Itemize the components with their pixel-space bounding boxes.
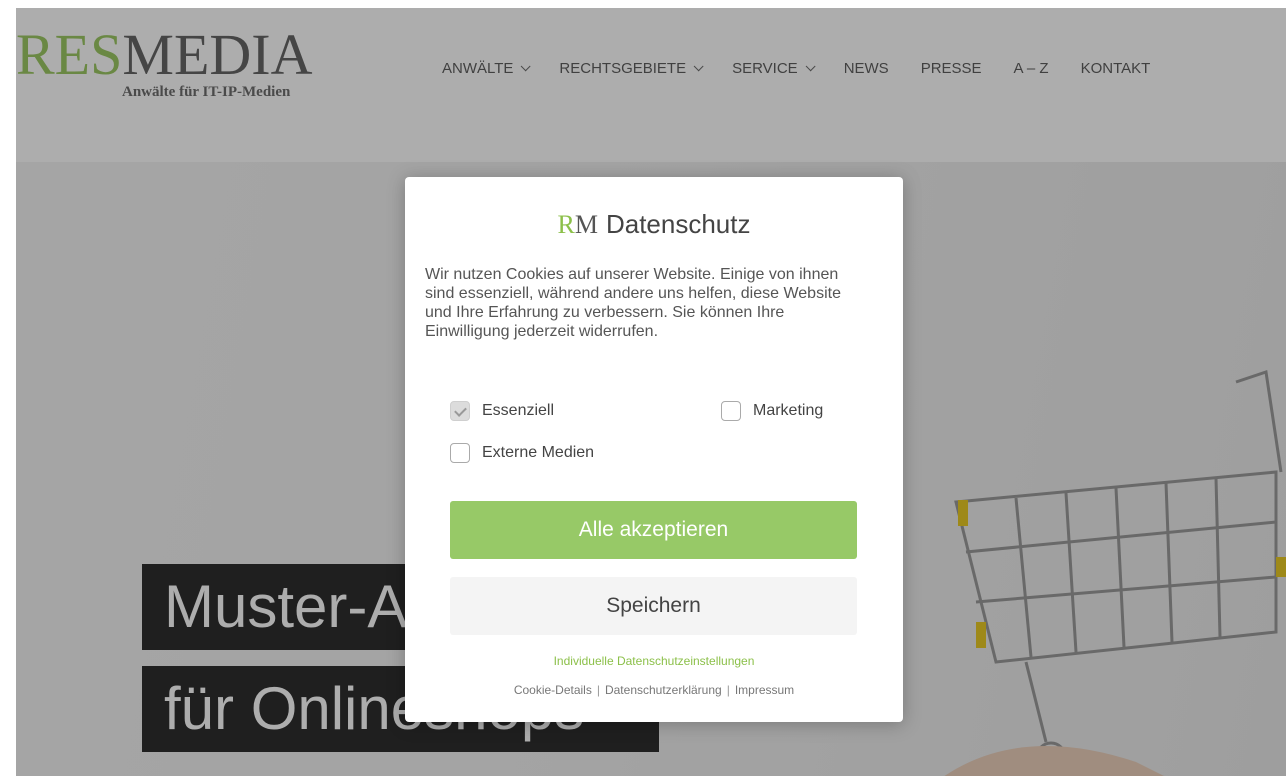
accept-all-button[interactable]: Alle akzeptieren — [450, 501, 857, 559]
dialog-description: Wir nutzen Cookies auf unserer Website. … — [425, 266, 841, 340]
rm-logo-r: R — [557, 210, 575, 239]
dialog-footer-links: Cookie-Details | Datenschutzerklärung | Impr… — [405, 683, 903, 697]
page: RESMEDIA Anwälte für IT-IP-Medien ANWÄLT… — [0, 0, 1286, 776]
checkbox-essential[interactable]: Essenziell — [450, 401, 554, 421]
separator: | — [726, 683, 730, 697]
dialog-heading: Datenschutz — [605, 209, 751, 239]
cookie-details-link[interactable]: Cookie-Details — [514, 683, 592, 697]
checkbox-marketing-box[interactable] — [721, 401, 741, 421]
save-button[interactable]: Speichern — [450, 577, 857, 635]
rm-logo-m: M — [574, 210, 598, 239]
checkbox-essential-label: Essenziell — [482, 402, 555, 419]
top-gutter — [0, 0, 1286, 8]
privacy-policy-link[interactable]: Datenschutzerklärung — [605, 683, 722, 697]
checkbox-marketing-label: Marketing — [753, 402, 824, 419]
dialog-title: RM Datenschutz — [405, 209, 903, 240]
privacy-dialog: RM Datenschutz Wir nutzen Cookies auf uns… — [405, 177, 903, 722]
individual-settings-link[interactable]: Individuelle Datenschutzeinstellungen — [405, 654, 903, 668]
left-gutter — [0, 0, 16, 776]
checkbox-marketing[interactable]: Marketing — [721, 401, 823, 421]
checkbox-external-media-label: Externe Medien — [482, 444, 595, 461]
checkbox-external-media-box[interactable] — [450, 443, 470, 463]
rm-logo: RM — [558, 210, 598, 239]
checkbox-external-media[interactable]: Externe Medien — [450, 443, 594, 463]
checkbox-essential-box[interactable] — [450, 401, 470, 421]
separator: | — [596, 683, 600, 697]
imprint-link[interactable]: Impressum — [735, 683, 794, 697]
